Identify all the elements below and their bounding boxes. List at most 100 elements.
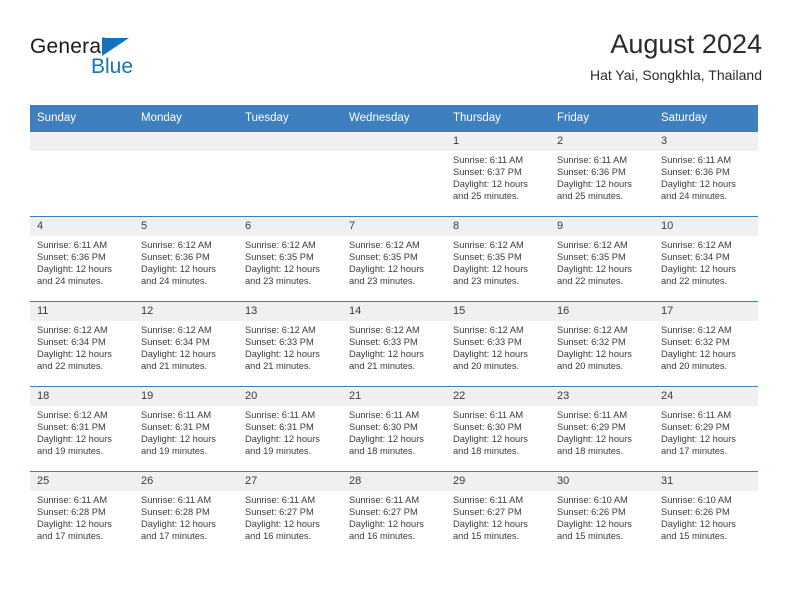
sunset-text: Sunset: 6:27 PM: [453, 506, 522, 517]
sunset-text: Sunset: 6:35 PM: [245, 251, 314, 262]
calendar-day-cell[interactable]: 2 Sunrise: 6:11 AM Sunset: 6:36 PM Daylight…: [550, 132, 654, 217]
calendar-week-row: 18 Sunrise: 6:12 AM Sunset: 6:31 PM Dayligh…: [30, 386, 758, 472]
daylight-text-cont: and 25 minutes.: [557, 190, 624, 201]
calendar-day-cell[interactable]: 15 Sunrise: 6:12 AM Sunset: 6:33 PM Dayligh…: [446, 301, 550, 387]
sunrise-text: Sunrise: 6:11 AM: [557, 410, 628, 420]
day-details: Sunrise: 6:11 AM Sunset: 6:29 PM Daylight:…: [550, 406, 654, 458]
daylight-text: Daylight: 12 hours: [661, 348, 736, 359]
daylight-text-cont: and 19 minutes.: [37, 445, 104, 456]
sunset-text: Sunset: 6:34 PM: [141, 336, 210, 347]
daylight-text: Daylight: 12 hours: [245, 433, 320, 444]
page-subtitle: Hat Yai, Songkhla, Thailand: [589, 67, 762, 83]
daylight-text: Daylight: 12 hours: [661, 263, 736, 274]
calendar-day-cell[interactable]: 11 Sunrise: 6:12 AM Sunset: 6:34 PM Dayligh…: [30, 301, 134, 387]
calendar-day-cell[interactable]: 29 Sunrise: 6:11 AM Sunset: 6:27 PM Dayligh…: [446, 471, 550, 556]
daylight-text: Daylight: 12 hours: [453, 433, 528, 444]
daylight-text-cont: and 21 minutes.: [141, 360, 208, 371]
weekday-header-saturday: Saturday: [654, 105, 758, 132]
day-details: Sunrise: 6:12 AM Sunset: 6:32 PM Daylight:…: [654, 321, 758, 373]
title-block: August 2024 Hat Yai, Songkhla, Thailand: [590, 28, 762, 85]
sunset-text: Sunset: 6:27 PM: [245, 506, 314, 517]
day-details: Sunrise: 6:11 AM Sunset: 6:36 PM Daylight:…: [30, 236, 134, 288]
sunrise-text: Sunrise: 6:10 AM: [661, 495, 732, 505]
calendar-day-cell[interactable]: 16 Sunrise: 6:12 AM Sunset: 6:32 PM Dayligh…: [550, 301, 654, 387]
daylight-text-cont: and 16 minutes.: [245, 530, 312, 541]
daylight-text-cont: and 22 minutes.: [37, 360, 104, 371]
day-details: Sunrise: 6:12 AM Sunset: 6:35 PM Daylight:…: [342, 236, 446, 288]
calendar-day-cell[interactable]: 28 Sunrise: 6:11 AM Sunset: 6:27 PM Dayligh…: [342, 471, 446, 556]
day-details: Sunrise: 6:11 AM Sunset: 6:30 PM Daylight:…: [342, 406, 446, 458]
day-number: 24: [654, 387, 758, 406]
day-details: Sunrise: 6:12 AM Sunset: 6:35 PM Daylight:…: [550, 236, 654, 288]
sunset-text: Sunset: 6:26 PM: [661, 506, 730, 517]
calendar-day-cell[interactable]: 13 Sunrise: 6:12 AM Sunset: 6:33 PM Dayligh…: [238, 301, 342, 387]
day-details: Sunrise: 6:11 AM Sunset: 6:30 PM Daylight:…: [446, 406, 550, 458]
calendar-day-cell[interactable]: 4 Sunrise: 6:11 AM Sunset: 6:36 PM Daylight…: [30, 216, 134, 302]
sunrise-text: Sunrise: 6:11 AM: [349, 495, 420, 505]
day-details: Sunrise: 6:12 AM Sunset: 6:36 PM Daylight:…: [134, 236, 238, 288]
calendar-day-cell[interactable]: 10 Sunrise: 6:12 AM Sunset: 6:34 PM Dayligh…: [654, 216, 758, 302]
sunset-text: Sunset: 6:28 PM: [37, 506, 106, 517]
weekday-header-friday: Friday: [550, 105, 654, 132]
daylight-text: Daylight: 12 hours: [453, 263, 528, 274]
sunset-text: Sunset: 6:36 PM: [37, 251, 106, 262]
daylight-text-cont: and 21 minutes.: [245, 360, 312, 371]
sunset-text: Sunset: 6:28 PM: [141, 506, 210, 517]
calendar-day-cell[interactable]: 1 Sunrise: 6:11 AM Sunset: 6:37 PM Daylight…: [446, 132, 550, 217]
sunrise-text: Sunrise: 6:12 AM: [661, 240, 732, 250]
calendar-day-cell[interactable]: 31 Sunrise: 6:10 AM Sunset: 6:26 PM Dayligh…: [654, 471, 758, 556]
calendar-day-cell[interactable]: 20 Sunrise: 6:11 AM Sunset: 6:31 PM Dayligh…: [238, 386, 342, 472]
calendar-day-cell[interactable]: 30 Sunrise: 6:10 AM Sunset: 6:26 PM Dayligh…: [550, 471, 654, 556]
calendar-day-cell[interactable]: 5 Sunrise: 6:12 AM Sunset: 6:36 PM Daylight…: [134, 216, 238, 302]
calendar-day-cell[interactable]: 7 Sunrise: 6:12 AM Sunset: 6:35 PM Daylight…: [342, 216, 446, 302]
daylight-text: Daylight: 12 hours: [557, 433, 632, 444]
sunrise-text: Sunrise: 6:12 AM: [141, 325, 212, 335]
day-details: Sunrise: 6:12 AM Sunset: 6:34 PM Daylight:…: [134, 321, 238, 373]
sunset-text: Sunset: 6:26 PM: [557, 506, 626, 517]
sunset-text: Sunset: 6:37 PM: [453, 166, 522, 177]
sunset-text: Sunset: 6:29 PM: [661, 421, 730, 432]
calendar-day-cell[interactable]: 6 Sunrise: 6:12 AM Sunset: 6:35 PM Daylight…: [238, 216, 342, 302]
sunset-text: Sunset: 6:33 PM: [453, 336, 522, 347]
daylight-text-cont: and 22 minutes.: [661, 275, 728, 286]
day-number: 15: [446, 302, 550, 321]
calendar-day-cell[interactable]: 18 Sunrise: 6:12 AM Sunset: 6:31 PM Dayligh…: [30, 386, 134, 472]
calendar-day-cell[interactable]: 14 Sunrise: 6:12 AM Sunset: 6:33 PM Dayligh…: [342, 301, 446, 387]
sunrise-text: Sunrise: 6:12 AM: [349, 240, 420, 250]
calendar-day-cell[interactable]: 19 Sunrise: 6:11 AM Sunset: 6:31 PM Dayligh…: [134, 386, 238, 472]
calendar-day-cell[interactable]: 17 Sunrise: 6:12 AM Sunset: 6:32 PM Dayligh…: [654, 301, 758, 387]
calendar-day-cell[interactable]: 23 Sunrise: 6:11 AM Sunset: 6:29 PM Dayligh…: [550, 386, 654, 472]
daylight-text-cont: and 17 minutes.: [141, 530, 208, 541]
daylight-text: Daylight: 12 hours: [245, 348, 320, 359]
day-number: 3: [654, 132, 758, 151]
day-number: 6: [238, 217, 342, 236]
calendar-day-cell[interactable]: 26 Sunrise: 6:11 AM Sunset: 6:28 PM Dayligh…: [134, 471, 238, 556]
calendar-day-cell[interactable]: 3 Sunrise: 6:11 AM Sunset: 6:36 PM Daylight…: [654, 132, 758, 217]
calendar-day-cell[interactable]: 27 Sunrise: 6:11 AM Sunset: 6:27 PM Dayligh…: [238, 471, 342, 556]
sunrise-text: Sunrise: 6:11 AM: [661, 155, 732, 165]
calendar-day-cell[interactable]: 24 Sunrise: 6:11 AM Sunset: 6:29 PM Dayligh…: [654, 386, 758, 472]
daylight-text: Daylight: 12 hours: [141, 263, 216, 274]
calendar-day-cell[interactable]: 25 Sunrise: 6:11 AM Sunset: 6:28 PM Dayligh…: [30, 471, 134, 556]
sunset-text: Sunset: 6:32 PM: [661, 336, 730, 347]
calendar-day-cell[interactable]: 8 Sunrise: 6:12 AM Sunset: 6:35 PM Daylight…: [446, 216, 550, 302]
calendar-day-cell[interactable]: 9 Sunrise: 6:12 AM Sunset: 6:35 PM Daylight…: [550, 216, 654, 302]
general-blue-logo[interactable]: General Blue: [30, 36, 210, 92]
day-details: Sunrise: 6:11 AM Sunset: 6:28 PM Daylight:…: [30, 491, 134, 543]
sunrise-text: Sunrise: 6:11 AM: [245, 410, 316, 420]
weekday-header-monday: Monday: [134, 105, 238, 132]
daylight-text: Daylight: 12 hours: [245, 263, 320, 274]
day-details: Sunrise: 6:12 AM Sunset: 6:33 PM Daylight:…: [446, 321, 550, 373]
day-number: [30, 132, 134, 151]
day-details: Sunrise: 6:12 AM Sunset: 6:34 PM Daylight:…: [654, 236, 758, 288]
calendar-week-row: 25 Sunrise: 6:11 AM Sunset: 6:28 PM Dayligh…: [30, 471, 758, 556]
daylight-text: Daylight: 12 hours: [349, 518, 424, 529]
daylight-text: Daylight: 12 hours: [141, 433, 216, 444]
calendar-day-cell[interactable]: 21 Sunrise: 6:11 AM Sunset: 6:30 PM Dayligh…: [342, 386, 446, 472]
daylight-text: Daylight: 12 hours: [661, 433, 736, 444]
calendar-day-cell[interactable]: 22 Sunrise: 6:11 AM Sunset: 6:30 PM Dayligh…: [446, 386, 550, 472]
calendar-day-cell[interactable]: 12 Sunrise: 6:12 AM Sunset: 6:34 PM Dayligh…: [134, 301, 238, 387]
daylight-text-cont: and 15 minutes.: [661, 530, 728, 541]
sunrise-text: Sunrise: 6:11 AM: [453, 155, 524, 165]
day-number: 31: [654, 472, 758, 491]
